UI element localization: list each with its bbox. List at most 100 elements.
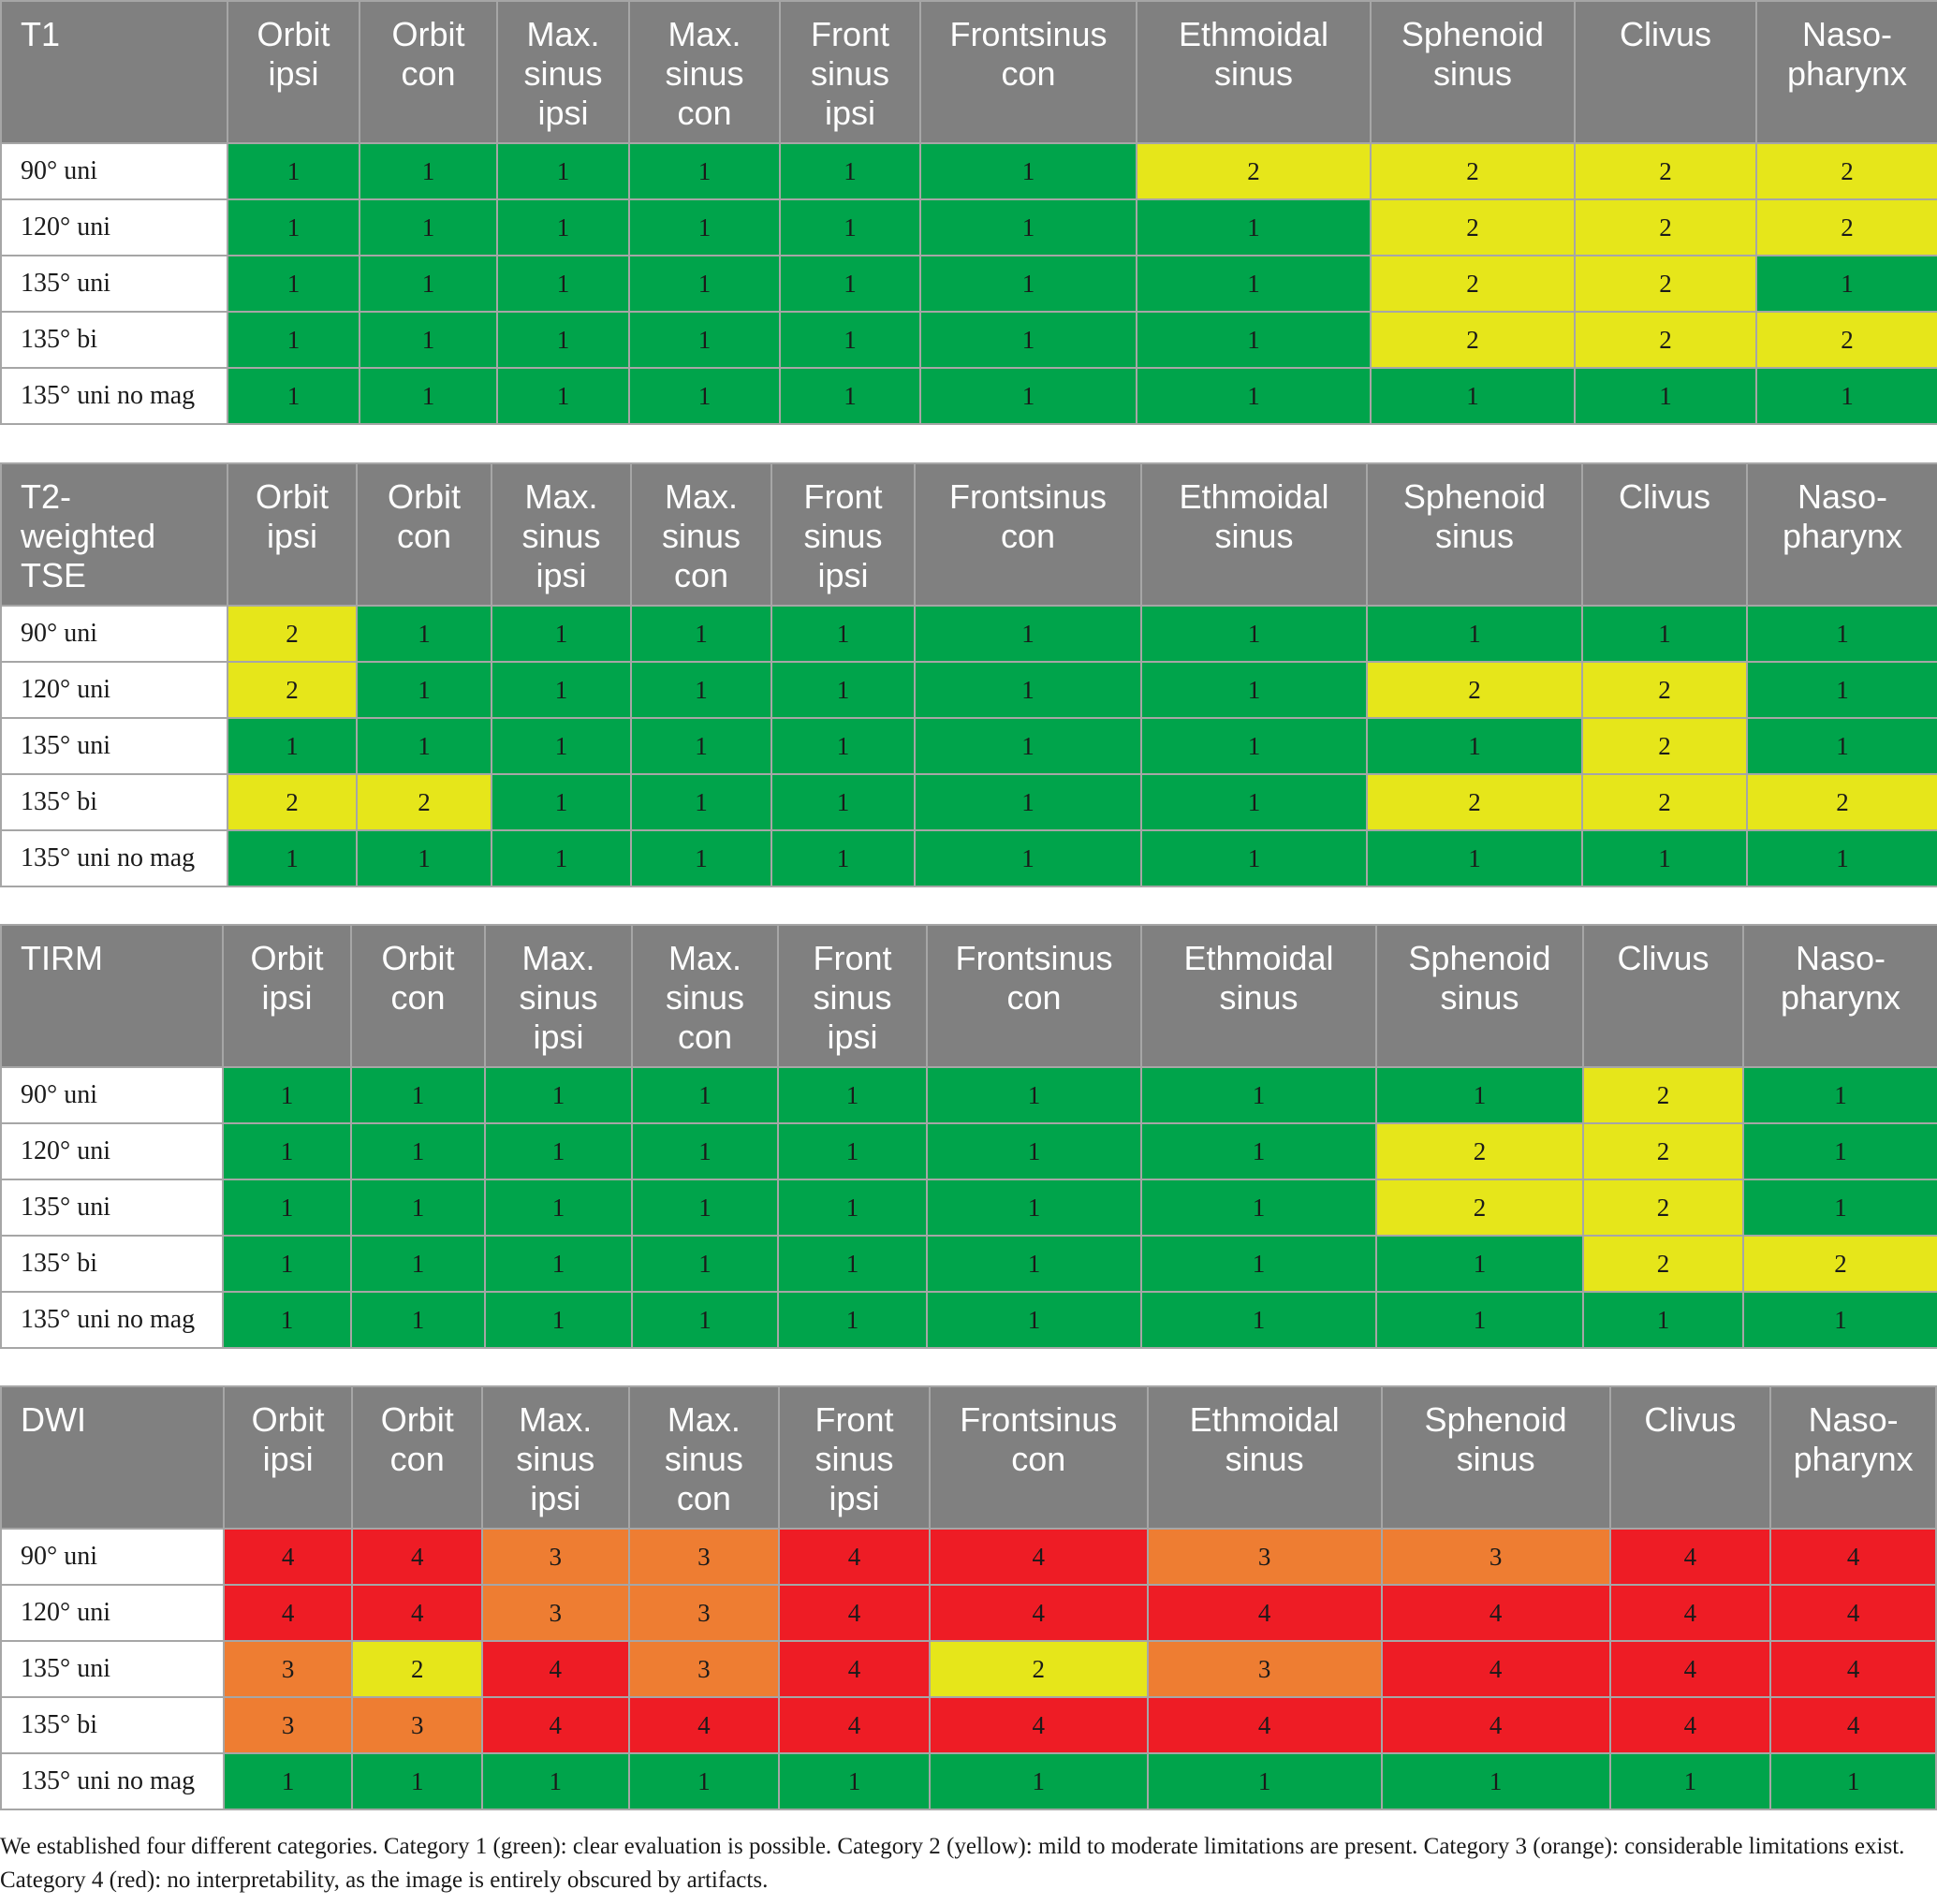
- score-cell: 1: [770, 717, 916, 775]
- score-cell: 2: [1370, 142, 1576, 200]
- score-cell: 4: [1146, 1584, 1383, 1642]
- score-cell: 4: [778, 1640, 931, 1698]
- score-cell: 1: [480, 1752, 630, 1810]
- score-cell: 2: [1581, 661, 1748, 719]
- score-cell: 1: [491, 829, 632, 887]
- score-cell: 1: [1140, 717, 1368, 775]
- score-cell: 1: [628, 142, 781, 200]
- score-cell: 2: [1375, 1122, 1584, 1180]
- score-cell: 2: [1574, 255, 1757, 313]
- table-row: 120° uni 1 1 1 1 1 1 1 2 2 2: [0, 198, 1937, 256]
- score-cell: 1: [777, 1179, 928, 1237]
- score-cell: 3: [627, 1584, 781, 1642]
- score-cell: 1: [926, 1122, 1142, 1180]
- score-cell: 1: [1755, 367, 1937, 425]
- table-row: 120° uni 4 4 3 3 4 4 4 4 4 4: [0, 1584, 1937, 1642]
- score-cell: 1: [777, 1066, 928, 1124]
- table-row: 135° bi 2 2 1 1 1 1 1 2 2 2: [0, 773, 1937, 831]
- score-cell: 1: [1375, 1066, 1584, 1124]
- score-cell: 1: [1769, 1752, 1937, 1810]
- score-cell: 2: [227, 605, 358, 663]
- score-cell: 2: [1370, 198, 1576, 256]
- score-cell: 1: [484, 1235, 633, 1293]
- score-cell: 2: [1742, 1235, 1937, 1293]
- column-header-ethmoidal-sinus: Ethmoidal sinus: [1136, 0, 1372, 144]
- score-cell: 1: [914, 829, 1142, 887]
- column-header-max-sinus-con: Max. sinus con: [628, 0, 781, 144]
- score-cell: 4: [351, 1584, 483, 1642]
- row-label: 135° uni: [0, 1640, 225, 1698]
- score-cell: 1: [359, 367, 498, 425]
- score-cell: 1: [1366, 717, 1583, 775]
- column-header-sphenoid-sinus: Sphenoid sinus: [1370, 0, 1576, 144]
- header-row: TIRM Orbit ipsi Orbit con Max. sinus ipsi Ma…: [0, 924, 1937, 1068]
- score-cell: 1: [1370, 367, 1576, 425]
- score-cell: 1: [631, 1291, 779, 1349]
- header-row: T2- weighted TSE Orbit ipsi Orbit con Max. …: [0, 462, 1937, 607]
- score-cell: 1: [222, 1066, 352, 1124]
- score-cell: 2: [1574, 311, 1757, 369]
- score-cell: 1: [770, 773, 916, 831]
- column-header-naso-pharynx: Naso- pharynx: [1746, 462, 1937, 607]
- score-cell: 1: [630, 773, 772, 831]
- score-cell: 1: [631, 1179, 779, 1237]
- row-label: 135° bi: [0, 1235, 224, 1293]
- score-cell: 1: [627, 1752, 781, 1810]
- score-cell: 3: [480, 1528, 630, 1586]
- score-cell: 1: [779, 142, 921, 200]
- score-cell: 3: [351, 1696, 483, 1754]
- score-cell: 1: [919, 198, 1137, 256]
- score-cell: 1: [1136, 255, 1372, 313]
- table-dwi: DWI Orbit ipsi Orbit con Max. sinus ipsi Max…: [0, 1385, 1937, 1810]
- score-cell: 1: [928, 1752, 1149, 1810]
- score-cell: 4: [480, 1696, 630, 1754]
- score-cell: 1: [628, 311, 781, 369]
- score-cell: 1: [779, 311, 921, 369]
- score-cell: 1: [1146, 1752, 1383, 1810]
- table-row: 135° bi 1 1 1 1 1 1 1 1 2 2: [0, 1235, 1937, 1293]
- score-cell: 1: [356, 605, 492, 663]
- score-cell: 4: [1146, 1696, 1383, 1754]
- column-header-sphenoid-sinus: Sphenoid sinus: [1375, 924, 1584, 1068]
- score-cell: 1: [496, 367, 630, 425]
- score-cell: 4: [1769, 1584, 1937, 1642]
- score-cell: 1: [1140, 1235, 1377, 1293]
- score-cell: 4: [778, 1528, 931, 1586]
- row-label: 135° bi: [0, 773, 228, 831]
- table-footnote: We established four different categories…: [0, 1834, 1905, 1893]
- score-cell: 4: [1769, 1640, 1937, 1698]
- score-cell: 1: [919, 255, 1137, 313]
- score-cell: 1: [1136, 198, 1372, 256]
- score-cell: 1: [1140, 829, 1368, 887]
- score-cell: 1: [628, 367, 781, 425]
- score-cell: 1: [1366, 829, 1583, 887]
- score-cell: 1: [1581, 605, 1748, 663]
- table-row: 90° uni 1 1 1 1 1 1 2 2 2 2: [0, 142, 1937, 200]
- score-cell: 1: [1608, 1752, 1772, 1810]
- column-header-max-sinus-con: Max. sinus con: [630, 462, 772, 607]
- score-cell: 1: [496, 311, 630, 369]
- column-header-front-sinus-ipsi: Front sinus ipsi: [777, 924, 928, 1068]
- score-cell: 1: [222, 1291, 352, 1349]
- column-header-orbit-ipsi: Orbit ipsi: [222, 924, 352, 1068]
- row-label: 135° uni no mag: [0, 1291, 224, 1349]
- score-cell: 1: [222, 1752, 354, 1810]
- row-label: 120° uni: [0, 1122, 224, 1180]
- column-header-orbit-con: Orbit con: [356, 462, 492, 607]
- column-header-front-sinus-ipsi: Front sinus ipsi: [778, 1385, 931, 1530]
- score-cell: 1: [919, 142, 1137, 200]
- score-cell: 3: [627, 1528, 781, 1586]
- score-cell: 1: [631, 1122, 779, 1180]
- column-header-ethmoidal-sinus: Ethmoidal sinus: [1140, 462, 1368, 607]
- table-row: 135° uni 1 1 1 1 1 1 1 2 2 1: [0, 255, 1937, 313]
- score-cell: 3: [222, 1640, 354, 1698]
- column-header-max-sinus-con: Max. sinus con: [627, 1385, 781, 1530]
- score-cell: 2: [351, 1640, 483, 1698]
- score-cell: 1: [914, 661, 1142, 719]
- score-cell: 2: [1574, 142, 1757, 200]
- score-cell: 1: [1140, 661, 1368, 719]
- row-label: 90° uni: [0, 1066, 224, 1124]
- score-cell: 1: [222, 1179, 352, 1237]
- score-cell: 2: [1574, 198, 1757, 256]
- score-cell: 4: [222, 1528, 354, 1586]
